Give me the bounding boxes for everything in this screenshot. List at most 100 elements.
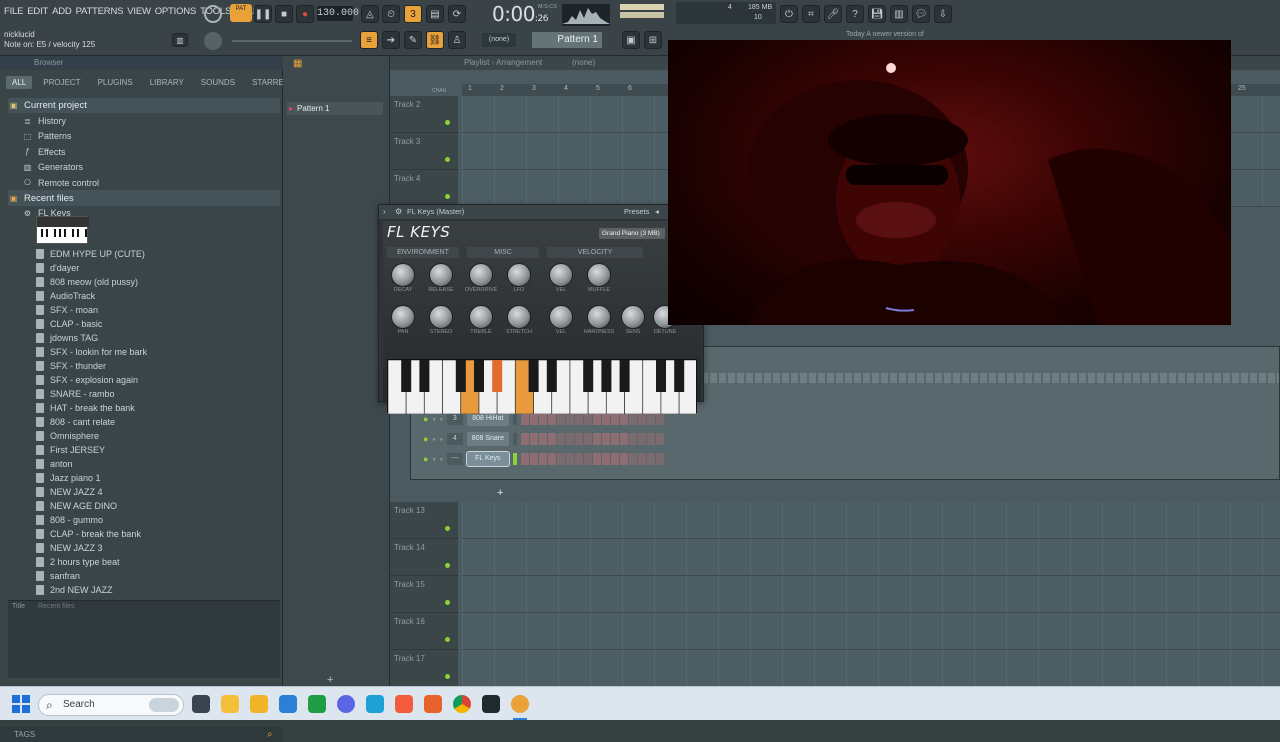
recent-file-item[interactable]: NEW AGE DINO <box>8 499 280 513</box>
step-button[interactable] <box>538 433 547 445</box>
recent-file-item[interactable]: EDM HYPE UP (CUTE) <box>8 247 280 261</box>
track-mute-led[interactable] <box>445 674 450 679</box>
channel-vol-knob[interactable]: ◦ <box>440 454 443 464</box>
pattern-selector[interactable]: Pattern 1 <box>532 32 602 48</box>
track-header[interactable]: Track 15 <box>390 576 458 613</box>
recent-file-item[interactable]: SFX - thunder <box>8 359 280 373</box>
channel-select-indicator[interactable] <box>512 433 517 445</box>
track-header[interactable]: Track 4 <box>390 170 458 207</box>
channel-name-button[interactable]: FL Keys <box>465 451 510 467</box>
recent-file-item[interactable]: 2nd NEW JAZZ <box>8 583 280 597</box>
knob-control[interactable]: STRETCH <box>501 305 537 335</box>
pattern-menu-icon[interactable]: ▦ <box>293 58 307 72</box>
news-ticker[interactable]: Today A newer version of <box>846 31 924 38</box>
step-button[interactable] <box>601 453 610 465</box>
track-header[interactable]: Track 16 <box>390 613 458 650</box>
xbox-icon[interactable] <box>308 695 326 713</box>
recent-file-item[interactable]: 2 hours type beat <box>8 555 280 569</box>
master-knob[interactable] <box>204 32 222 50</box>
brush-icon[interactable]: ✎ <box>404 31 422 49</box>
prev-preset-icon[interactable]: ◂ <box>655 205 659 219</box>
step-button[interactable] <box>556 413 565 425</box>
preset-name-display[interactable]: Grand Piano (3 MB) <box>599 228 665 239</box>
step-button[interactable] <box>565 413 574 425</box>
pat-song-toggle[interactable]: PAT <box>230 4 252 22</box>
recent-file-item[interactable]: NEW JAZZ 4 <box>8 485 280 499</box>
step-button[interactable] <box>583 453 592 465</box>
knob-control[interactable]: RELEASE <box>423 263 459 293</box>
knob-icon[interactable] <box>621 305 645 329</box>
step-button[interactable] <box>547 453 556 465</box>
recent-file-item[interactable]: CLAP - basic <box>8 317 280 331</box>
step-button[interactable] <box>520 453 529 465</box>
gear-icon[interactable]: ⚙ <box>395 205 402 219</box>
menu-item[interactable]: OPTIONS <box>155 6 197 17</box>
save-icon[interactable]: 💾︎ <box>868 5 886 23</box>
channel-pan-knob[interactable]: ◦ <box>432 414 435 424</box>
channel-select-indicator[interactable] <box>512 413 517 425</box>
track-lane[interactable] <box>462 502 1280 539</box>
knob-icon[interactable] <box>469 263 493 287</box>
recent-file-item[interactable]: SFX - lookin for me bark <box>8 345 280 359</box>
menu-item[interactable]: VIEW <box>127 6 151 17</box>
step-button[interactable] <box>610 413 619 425</box>
step-button[interactable] <box>646 433 655 445</box>
channel-mixer-track[interactable]: 4 <box>446 433 463 445</box>
mixer-icon[interactable]: ⌗ <box>802 5 820 23</box>
windows-start-icon[interactable] <box>12 695 30 713</box>
track-mute-led[interactable] <box>445 600 450 605</box>
recent-file-item[interactable]: NEW JAZZ 3 <box>8 541 280 555</box>
step-button[interactable] <box>565 433 574 445</box>
browser-tab[interactable]: ALL <box>6 76 33 89</box>
step-button[interactable] <box>628 413 637 425</box>
chat-icon[interactable]: 💬︎ <box>912 5 930 23</box>
project-item[interactable]: ⬚ Patterns <box>8 129 280 144</box>
project-item[interactable]: ⎔ Remote control <box>8 175 280 190</box>
step-button[interactable] <box>529 453 538 465</box>
recent-file-item[interactable]: AudioTrack <box>8 289 280 303</box>
pattern-clone-icon[interactable]: ⊞ <box>644 31 662 49</box>
knob-icon[interactable] <box>549 263 573 287</box>
browser-tab[interactable]: PROJECT <box>37 76 86 89</box>
step-button[interactable] <box>574 453 583 465</box>
loop-record-icon[interactable]: ⟳ <box>448 5 466 23</box>
menu-item[interactable]: FILE <box>4 6 23 17</box>
knob-icon[interactable] <box>549 305 573 329</box>
current-project-folder[interactable]: ▣ Current project <box>8 98 280 114</box>
knob-control[interactable]: PAN <box>385 305 421 335</box>
knob-icon[interactable] <box>469 305 493 329</box>
channel-led-icon[interactable]: ● <box>423 414 428 424</box>
track-mute-led[interactable] <box>445 120 450 125</box>
step-button[interactable] <box>592 433 601 445</box>
recent-file-item[interactable]: Jazz piano 1 <box>8 471 280 485</box>
recent-file-item[interactable]: jdowns TAG <box>8 331 280 345</box>
track-header[interactable]: Track 2 <box>390 96 458 133</box>
step-button[interactable] <box>619 433 628 445</box>
help-icon[interactable]: ? <box>846 5 864 23</box>
snap-select[interactable]: (none) <box>482 33 516 47</box>
step-button[interactable] <box>619 453 628 465</box>
presets-button[interactable]: Presets <box>624 205 649 219</box>
step-button[interactable] <box>529 433 538 445</box>
knob-icon[interactable] <box>507 305 531 329</box>
browser-tab[interactable]: PLUGINS <box>92 76 139 89</box>
channel-pan-knob[interactable]: ◦ <box>432 454 435 464</box>
store-icon[interactable] <box>250 695 268 713</box>
knob-control[interactable]: VEL <box>543 263 579 293</box>
step-button[interactable] <box>610 433 619 445</box>
track-lane[interactable] <box>462 539 1280 576</box>
playlist-icon[interactable]: ≡ <box>360 31 378 49</box>
channel-vol-knob[interactable]: ◦ <box>440 414 443 424</box>
recent-file-item[interactable]: CLAP - break the bank <box>8 527 280 541</box>
step-button[interactable] <box>583 433 592 445</box>
knob-control[interactable]: VEL <box>543 305 579 335</box>
track-mute-led[interactable] <box>445 194 450 199</box>
knob-icon[interactable] <box>587 263 611 287</box>
knob-control[interactable]: OVERDRIVE <box>463 263 499 293</box>
step-button[interactable] <box>592 413 601 425</box>
arrow-icon[interactable]: ➔ <box>382 31 400 49</box>
step-button[interactable] <box>655 433 664 445</box>
step-button[interactable] <box>646 413 655 425</box>
step-button[interactable] <box>592 453 601 465</box>
recent-file-item[interactable]: SNARE - rambo <box>8 387 280 401</box>
